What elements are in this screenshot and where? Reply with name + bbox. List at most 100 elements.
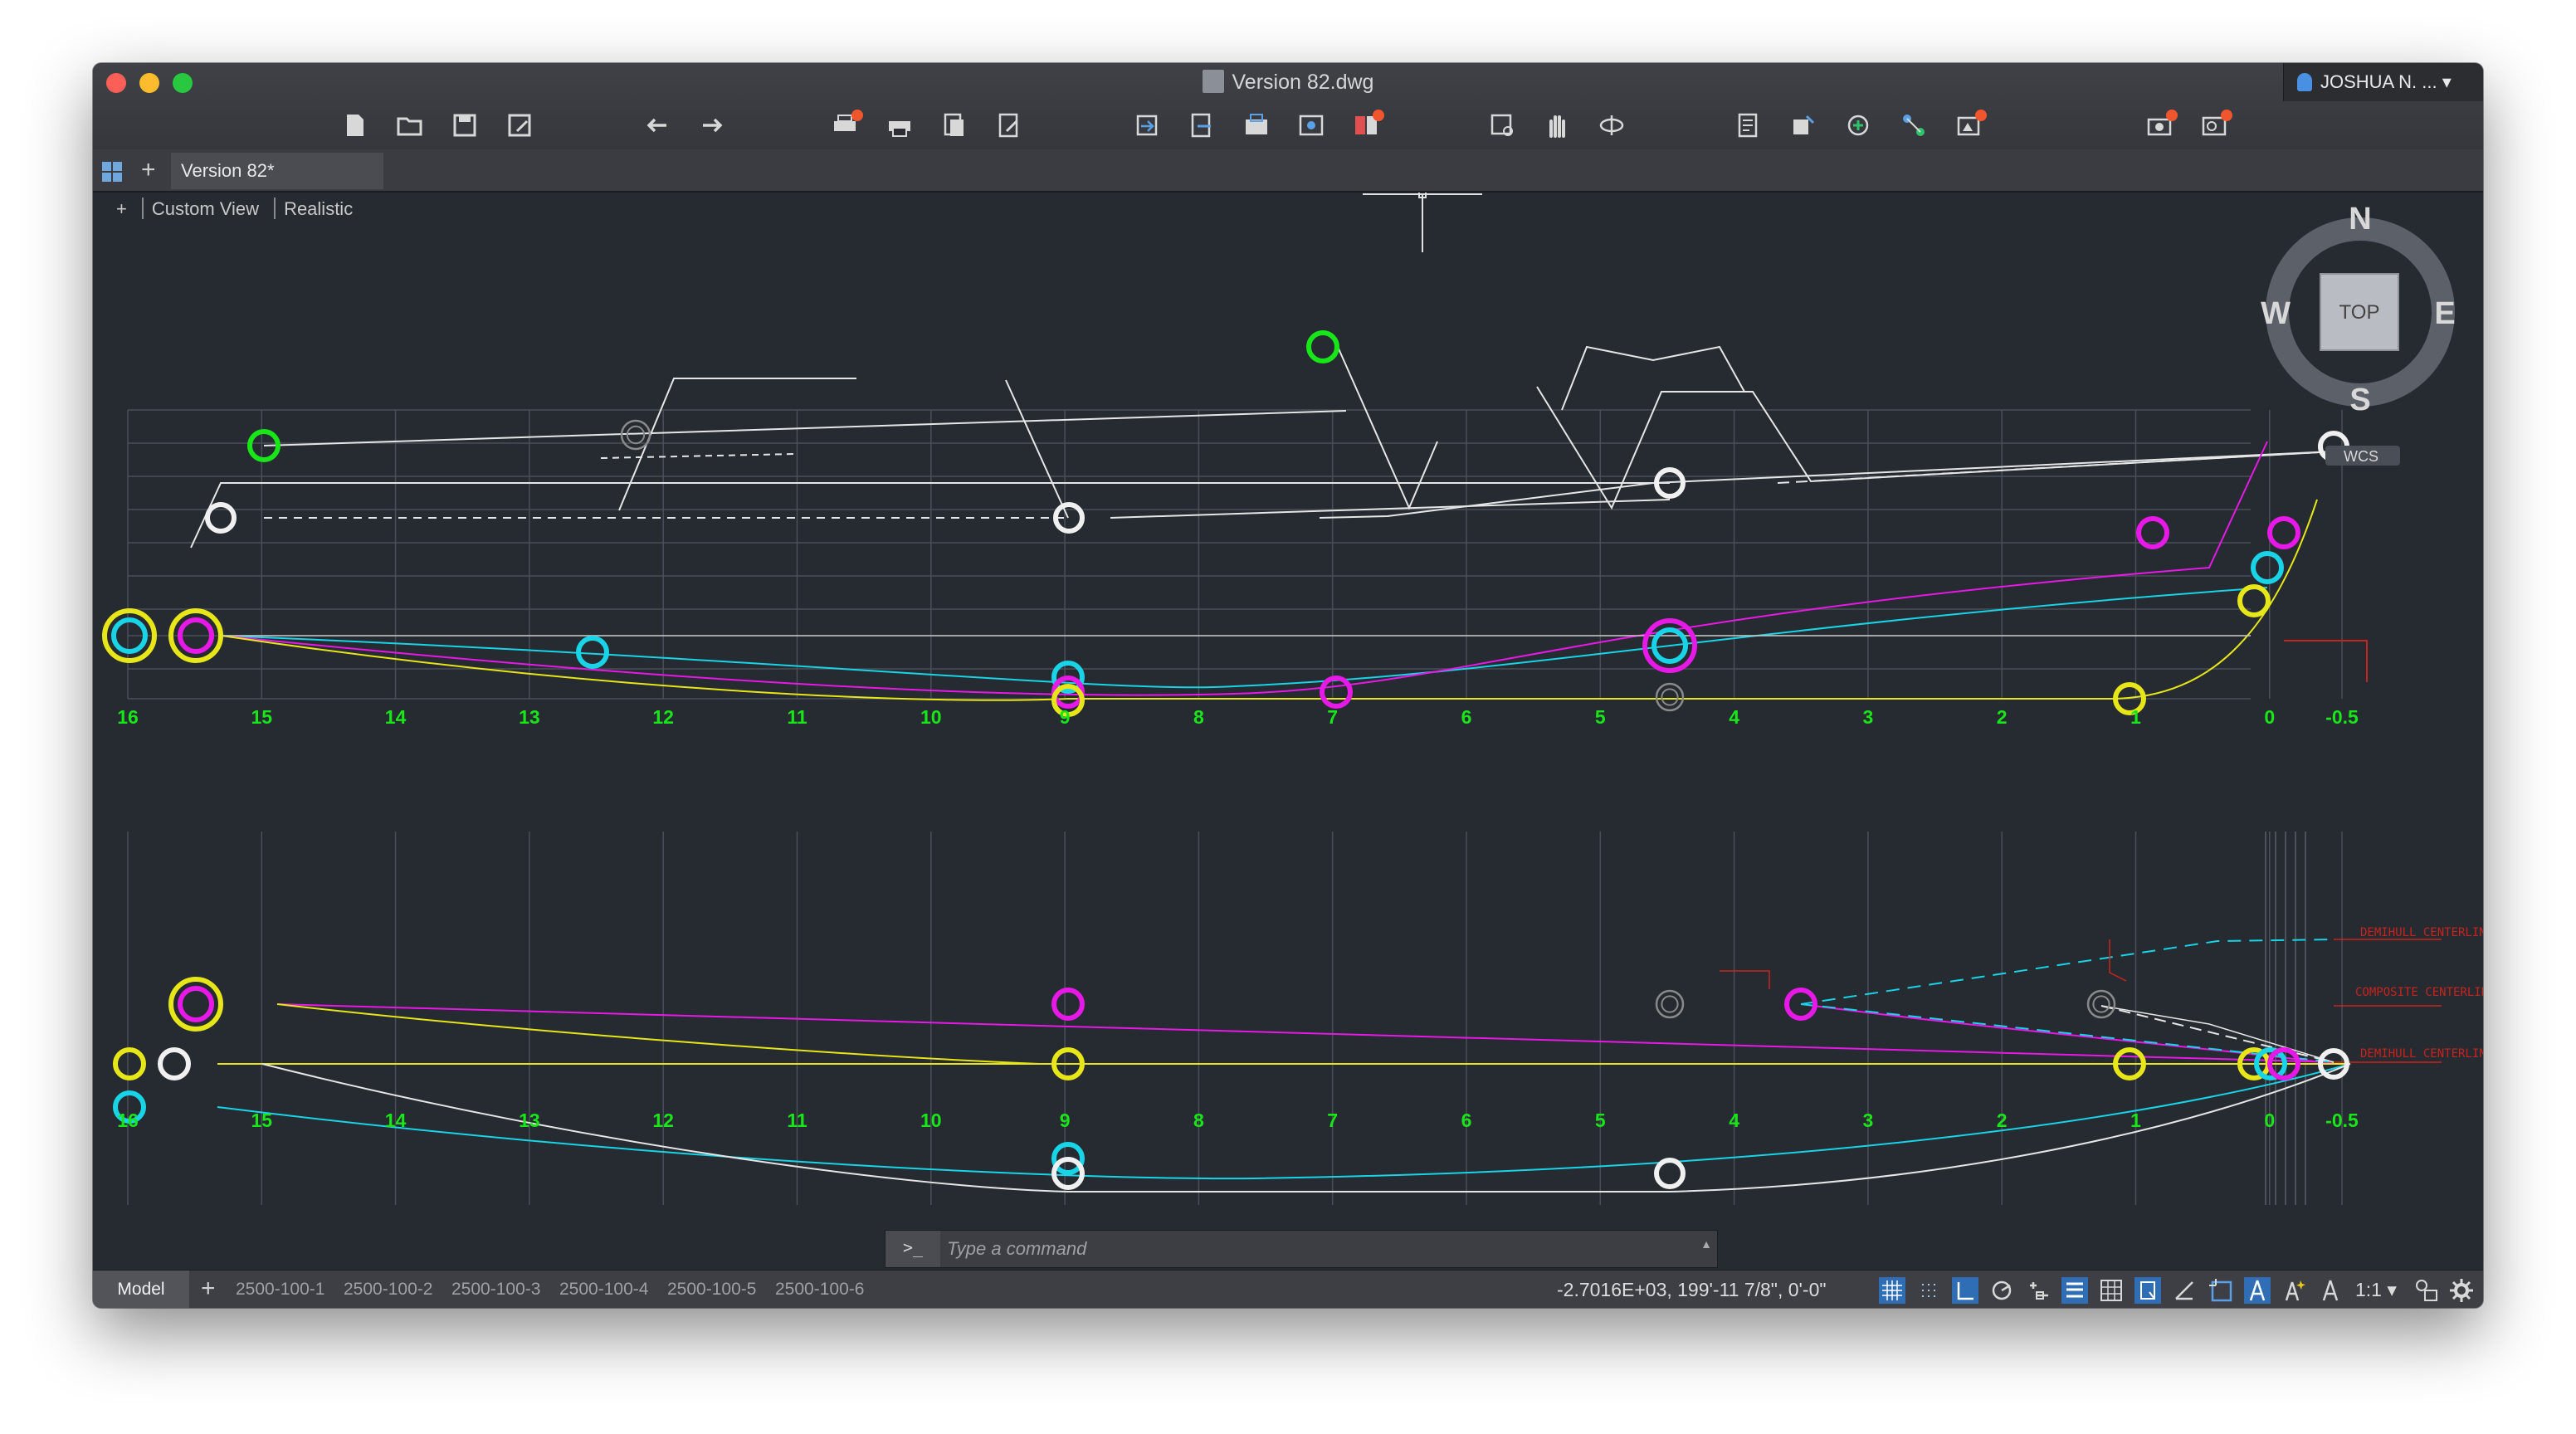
drawing-viewport[interactable]: + Custom View Realistic 16 15 14 13 12 1… [93, 193, 2483, 1270]
dwg-file-icon [1202, 70, 1224, 93]
station-label: 1 [2130, 1110, 2141, 1131]
grid-display-icon[interactable] [1879, 1277, 1905, 1304]
compass-south[interactable]: S [2349, 383, 2370, 417]
import-button[interactable] [1130, 110, 1164, 141]
station-label: 5 [1595, 706, 1606, 728]
new-tab-plus-icon[interactable]: + [141, 156, 156, 184]
block-button[interactable] [1788, 110, 1821, 141]
page-setup-button[interactable] [993, 110, 1026, 141]
document-tab-bar: + Version 82* [93, 149, 2483, 193]
undo-button[interactable] [641, 110, 674, 141]
add-button[interactable] [1842, 110, 1876, 141]
xref-button[interactable] [1240, 110, 1273, 141]
green-control-point[interactable] [620, 419, 651, 451]
magenta-control-point[interactable] [1051, 988, 1085, 1021]
station-label: 12 [652, 706, 674, 728]
gear-icon[interactable] [2448, 1277, 2475, 1304]
ortho-mode-icon[interactable] [1952, 1277, 1978, 1304]
compass-west[interactable]: W [2261, 296, 2291, 331]
layout-tab[interactable]: 2500-100-3 [451, 1271, 540, 1308]
selection-cycling-icon[interactable] [2134, 1277, 2161, 1304]
green-control-point-inner [626, 425, 646, 445]
auto-scale-icon[interactable] [2281, 1277, 2307, 1304]
new-file-button[interactable] [339, 110, 372, 141]
attach-button[interactable] [1295, 110, 1328, 141]
plot-button[interactable] [828, 110, 863, 141]
orbit-button[interactable] [1595, 110, 1628, 141]
pan-button[interactable] [1540, 110, 1573, 141]
chevron-up-icon[interactable]: ▲ [1700, 1237, 1712, 1251]
station-grid [127, 409, 2343, 1205]
lineweight-icon[interactable] [2061, 1277, 2088, 1304]
station-label: 9 [1060, 1110, 1071, 1131]
app-settings-button[interactable] [2143, 110, 2178, 141]
cloud-button[interactable] [2198, 110, 2232, 141]
white-control-point[interactable] [1655, 989, 1685, 1019]
white-control-point[interactable] [1654, 1158, 1686, 1189]
layout-tab[interactable]: 2500-100-6 [775, 1271, 864, 1308]
export-button[interactable] [1185, 110, 1218, 141]
properties-button[interactable] [1733, 110, 1766, 141]
object-snap-icon[interactable] [2025, 1277, 2052, 1304]
polar-tracking-icon[interactable] [1988, 1277, 2015, 1304]
white-control-point[interactable] [205, 502, 237, 534]
cabin-top [1561, 345, 1745, 411]
station-label: 5 [1595, 1110, 1606, 1131]
tab-model[interactable]: Model [93, 1271, 189, 1308]
redo-button[interactable] [695, 110, 729, 141]
add-layout-plus-icon[interactable]: + [201, 1271, 216, 1307]
station-label: 0 [2264, 706, 2275, 728]
green-control-point[interactable] [1306, 330, 1339, 363]
yellow-control-point[interactable] [113, 1047, 146, 1080]
layout-tab[interactable]: 2500-100-1 [236, 1271, 324, 1308]
viewcube-face-label: TOP [2339, 301, 2380, 324]
render-button[interactable] [1952, 110, 1987, 141]
magenta-control-point[interactable] [178, 986, 214, 1022]
layout-tab[interactable]: 2500-100-5 [667, 1271, 756, 1308]
print-button[interactable] [883, 110, 916, 141]
station-label: 11 [787, 1110, 807, 1131]
yellow-control-point[interactable] [1655, 682, 1685, 712]
publish-button[interactable] [938, 110, 971, 141]
zoom-window-button[interactable] [1486, 110, 1519, 141]
annotation-scale-value[interactable]: 1:1 ▾ [2355, 1271, 2397, 1308]
network-button[interactable] [1897, 110, 1930, 141]
save-as-button[interactable] [503, 110, 536, 141]
control-point-markers [102, 330, 2349, 1190]
user-menu[interactable]: JOSHUA N. ... ▾ [2283, 63, 2483, 101]
magenta-control-point[interactable] [1320, 676, 1353, 709]
centerline-label-1: DEMIHULL CENTERLINE [2360, 926, 2483, 939]
command-input[interactable] [945, 1232, 1695, 1266]
compass-north[interactable]: N [2349, 202, 2371, 237]
magenta-control-point[interactable] [2267, 516, 2300, 549]
white-control-point[interactable] [158, 1047, 191, 1080]
yellow-plan-curve [276, 1003, 1040, 1065]
open-button[interactable] [393, 110, 427, 141]
transparency-icon[interactable] [2098, 1277, 2125, 1304]
magenta-plan-line [276, 1003, 2334, 1063]
station-label: 9 [1060, 706, 1071, 728]
cyan-control-point[interactable] [576, 636, 609, 669]
annotation-scale-icon[interactable] [2317, 1277, 2344, 1304]
tab-version-82[interactable]: Version 82* [171, 153, 383, 189]
station-label: 15 [251, 1110, 273, 1131]
units-icon[interactable] [2208, 1277, 2234, 1304]
save-button[interactable] [448, 110, 481, 141]
workspace-icon[interactable] [2413, 1277, 2440, 1304]
tab-grid-icon[interactable] [101, 161, 123, 183]
snap-mode-icon[interactable] [1915, 1277, 1942, 1304]
command-prompt-button[interactable]: >_ [886, 1231, 940, 1267]
station-label: 7 [1327, 1110, 1338, 1131]
viewcube[interactable]: TOP N S E W WCS [2261, 202, 2456, 466]
dynamic-ucs-icon[interactable] [2171, 1277, 2198, 1304]
station-label: 1 [2130, 706, 2141, 728]
layout-tab[interactable]: 2500-100-2 [344, 1271, 432, 1308]
layer-button[interactable] [1349, 110, 1384, 141]
yellow-control-point[interactable] [2237, 584, 2271, 617]
layout-tab[interactable]: 2500-100-4 [559, 1271, 648, 1308]
compass-east[interactable]: E [2434, 296, 2455, 331]
white-control-point[interactable] [2086, 989, 2116, 1019]
cyan-control-point[interactable] [2251, 551, 2284, 584]
centerline-label-3: DEMIHULL CENTERLINE [2360, 1047, 2483, 1061]
annotation-visibility-icon[interactable] [2244, 1277, 2271, 1304]
